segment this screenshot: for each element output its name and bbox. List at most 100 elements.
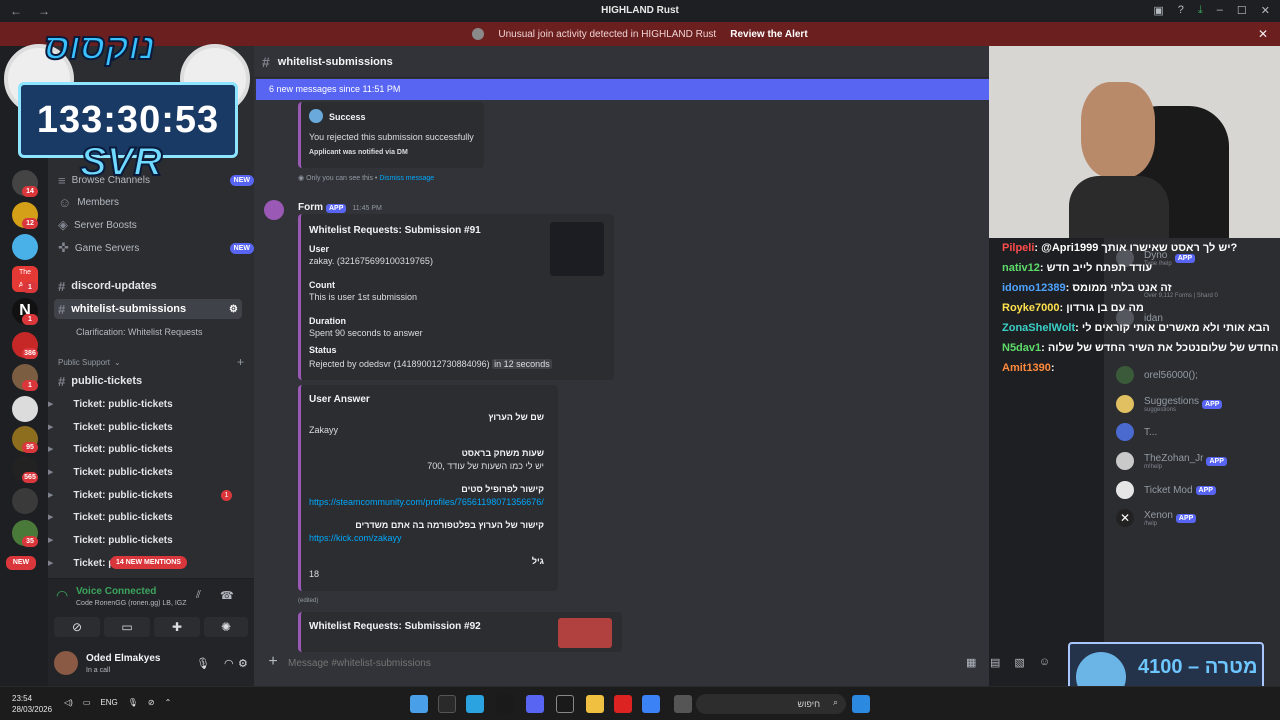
channel-server-boosts[interactable]: ◈ Server Boosts — [58, 215, 258, 235]
tray-icon[interactable]: ⊘ — [148, 698, 155, 707]
user-status: In a call — [86, 667, 111, 674]
app-icon[interactable] — [614, 695, 632, 713]
microphone-icon[interactable]: 🎙 — [128, 698, 138, 707]
gear-icon[interactable]: ⚙ — [238, 657, 248, 670]
new-messages-bar[interactable]: 6 new messages since 11:51 PM — [256, 79, 989, 100]
streamer-face — [1081, 82, 1155, 178]
plus-icon[interactable]: + — [237, 355, 244, 369]
task-view-icon[interactable] — [674, 695, 692, 713]
close-window-icon[interactable]: ✕ — [1261, 4, 1270, 17]
member-activity: suggestions — [1144, 406, 1177, 413]
mention-badge: 386 — [22, 348, 38, 359]
category-public-support[interactable]: Public Support ⌄ + — [58, 352, 258, 372]
kick-link[interactable]: https://kick.com/zakayy — [309, 533, 402, 543]
channel-game-servers[interactable]: ✜ Game Servers NEW — [58, 238, 258, 258]
disconnect-icon[interactable]: ☎ — [220, 589, 234, 602]
author-name[interactable]: Form — [298, 202, 323, 213]
channel-public-tickets[interactable]: # public-tickets — [58, 371, 258, 391]
avatar[interactable] — [54, 651, 78, 675]
goal-label: 4100 – מטרה — [1138, 656, 1258, 678]
ticket-thread[interactable]: ▶ Ticket: public-tickets — [48, 439, 248, 459]
headphones-icon[interactable]: ◠ — [224, 657, 234, 670]
activities-button[interactable]: ✚ — [154, 617, 200, 637]
minimize-icon[interactable]: – — [1217, 4, 1223, 17]
member-item[interactable]: Suggestions suggestions APP — [1116, 392, 1223, 416]
chat-message: : הבא אותי ולא מאשרים אותי קוראים לי — [1075, 322, 1270, 334]
composer-tools: ▤ ▧ ☺ — [990, 656, 1050, 669]
inbox-icon[interactable]: ▣ — [1153, 4, 1163, 17]
mention-badge: 95 — [22, 442, 38, 453]
thread-clarification[interactable]: Clarification: Whitelist Requests — [76, 322, 276, 342]
review-alert-link[interactable]: Review the Alert — [730, 29, 807, 40]
server-icon[interactable] — [12, 488, 38, 514]
emoji-icon[interactable]: ☺ — [1039, 656, 1050, 669]
member-item[interactable]: TheZohan_Jr m!help APP — [1116, 449, 1227, 473]
close-icon[interactable]: ✕ — [1258, 27, 1268, 41]
ticket-thread[interactable]: ▶ Ticket: public-tickets — [48, 530, 248, 550]
settings-icon[interactable]: ⚙ — [229, 304, 238, 315]
ticket-thread[interactable]: ▶ Ticket: public-tickets 1 — [48, 485, 248, 505]
discord-icon[interactable] — [526, 695, 544, 713]
app-icon[interactable] — [496, 695, 514, 713]
gif-icon[interactable]: ▤ — [990, 656, 1000, 669]
maximize-icon[interactable]: ☐ — [1237, 4, 1247, 17]
file-explorer-icon[interactable] — [586, 695, 604, 713]
member-item[interactable]: T... — [1116, 420, 1157, 444]
voice-channel[interactable]: Code RonenGG (ronen.gg) LB, IGZ — [76, 600, 187, 607]
members-icon: ☺ — [58, 194, 72, 210]
language-indicator[interactable]: ENG — [100, 698, 117, 707]
volume-icon[interactable]: ◁) — [64, 698, 73, 707]
member-item[interactable]: Ticket Mod APP — [1116, 478, 1216, 502]
hash-icon: # — [58, 373, 66, 389]
soundboard-button[interactable]: ✺ — [204, 617, 248, 637]
microphone-icon[interactable]: 🎙 — [196, 657, 210, 670]
windows-start-icon[interactable] — [852, 695, 870, 713]
clock-time: 23:54 — [12, 694, 33, 703]
thumbnail-image[interactable] — [558, 618, 612, 648]
composer: + ▦ — [254, 648, 989, 680]
help-icon[interactable]: ? — [1178, 4, 1184, 17]
ticket-thread[interactable]: ▶ Ticket: public-tickets — [48, 462, 248, 482]
add-attachment-icon[interactable]: + — [264, 653, 282, 671]
avatar[interactable] — [264, 200, 284, 220]
chat-username: nativ12 — [1002, 262, 1040, 274]
noise-suppression-icon[interactable]: ⫽ — [196, 589, 201, 602]
user-answer-embed: User Answer שם של הערוץ Zakayy שעות משחק… — [298, 385, 558, 591]
member-item[interactable]: ✕ Xenon/help APP — [1116, 506, 1197, 530]
server-icon — [472, 28, 485, 40]
thumbnail-image[interactable] — [550, 222, 604, 276]
gift-icon[interactable]: ▦ — [966, 656, 976, 669]
sticker-icon[interactable]: ▧ — [1014, 656, 1024, 669]
channel-whitelist-submissions[interactable]: # whitelist-submissions ⚙ — [54, 299, 242, 319]
chrome-icon[interactable] — [642, 695, 660, 713]
chat-username: N5dav1 — [1002, 342, 1042, 354]
media-player-icon[interactable] — [556, 695, 574, 713]
message-input[interactable] — [288, 652, 928, 674]
steam-link[interactable]: https://steamcommunity.com/profiles/7656… — [309, 497, 544, 507]
app-icon[interactable] — [410, 695, 428, 713]
camera-off-button[interactable]: ⊘ — [54, 617, 100, 637]
taskbar-search[interactable]: חיפוש ⌕ — [696, 694, 846, 714]
screen-share-button[interactable]: ▭ — [104, 617, 150, 637]
new-mentions-pill[interactable]: 14 NEW MENTIONS — [110, 556, 187, 569]
telegram-icon[interactable] — [466, 695, 484, 713]
server-icon[interactable] — [12, 234, 38, 260]
question-label: גיל — [531, 556, 544, 566]
system-clock[interactable]: 23:54 28/03/2026 — [12, 693, 52, 715]
voice-panel: ◠ Voice Connected Code RonenGG (ronen.gg… — [48, 578, 254, 686]
chevron-up-icon[interactable]: ⌃ — [165, 698, 172, 707]
steam-icon[interactable] — [438, 695, 456, 713]
ticket-thread[interactable]: ▶ Ticket: public-tickets — [48, 507, 248, 527]
ticket-thread[interactable]: ▶ Ticket: public-tickets — [48, 394, 248, 414]
server-icon[interactable] — [12, 396, 38, 422]
ticket-thread[interactable]: ▶ Ticket: public-tickets — [48, 417, 248, 437]
channel-label: discord-updates — [71, 280, 157, 292]
network-icon[interactable]: ▭ — [83, 698, 91, 707]
channel-members[interactable]: ☺ Members — [58, 192, 258, 212]
voice-status[interactable]: Voice Connected — [76, 586, 156, 597]
channel-discord-updates[interactable]: # discord-updates — [58, 276, 258, 296]
success-title: Success — [329, 112, 366, 122]
download-icon[interactable]: ⤓ — [1198, 4, 1203, 17]
success-note: Applicant was notified via DM — [309, 149, 408, 156]
dismiss-link[interactable]: Dismiss message — [379, 175, 434, 182]
